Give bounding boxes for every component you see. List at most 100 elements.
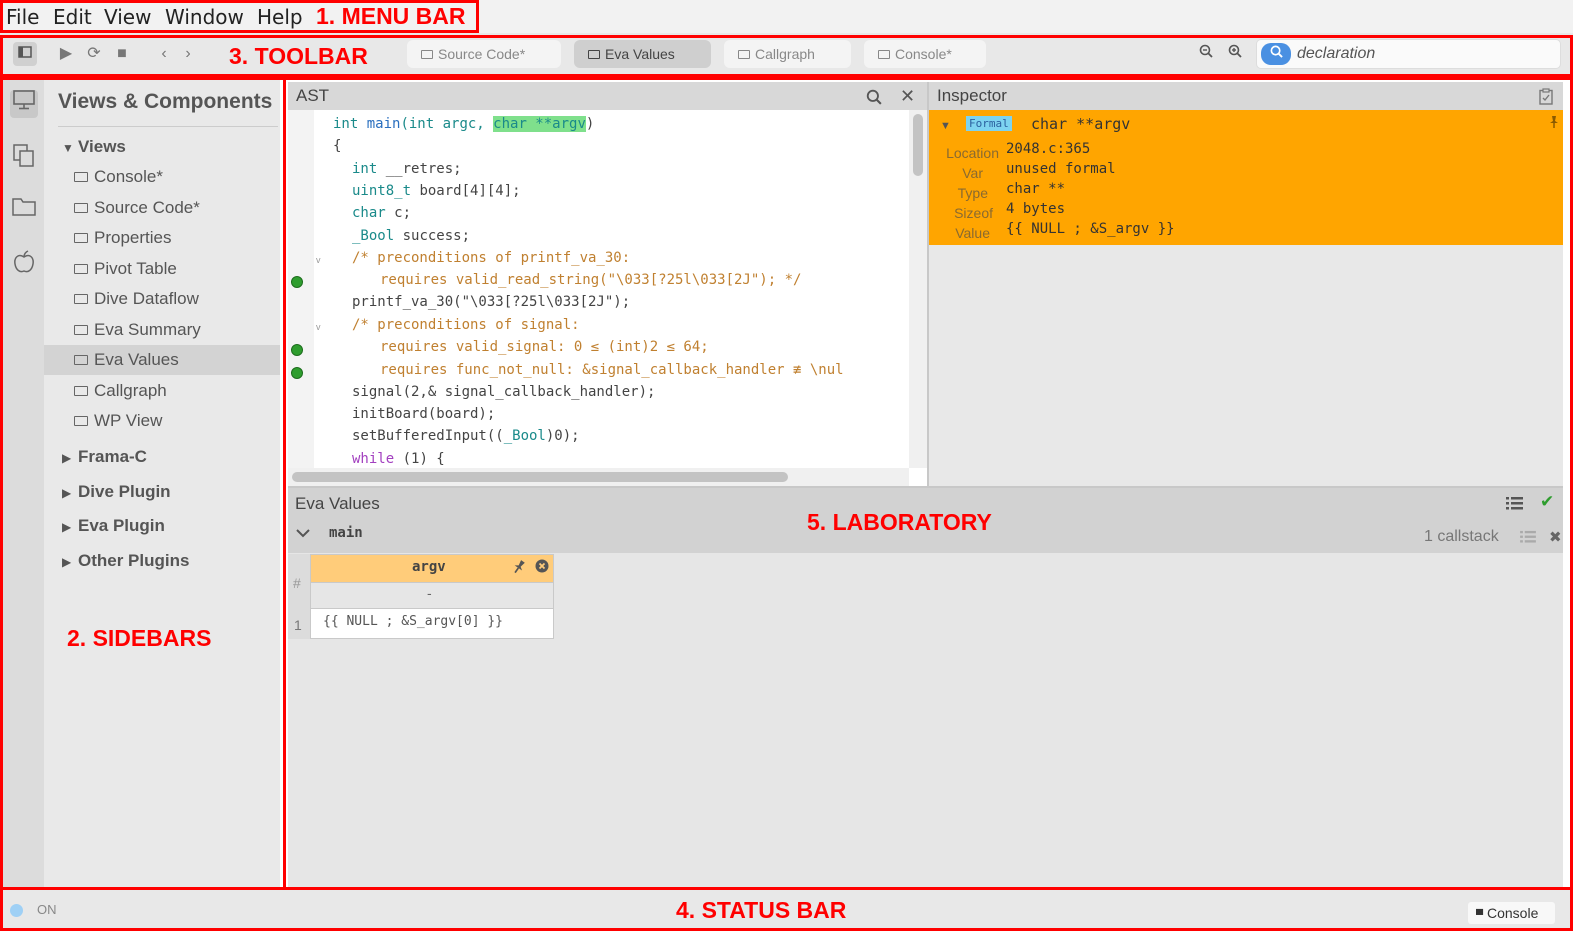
scrollbar-thumb[interactable] (913, 114, 923, 176)
triangle-right-icon: ▶ (62, 451, 72, 465)
console-button[interactable]: ▀ Console (1468, 902, 1555, 924)
divider (58, 126, 278, 127)
code-line: initBoard(board); (352, 406, 496, 422)
function-name[interactable]: main (329, 525, 363, 541)
menu-bar: File Edit View Window Help (0, 0, 1573, 33)
code-comment: requires valid_signal: 0 ≤ (int)2 ≤ 64; (380, 339, 709, 355)
sidebar-item-dive-dataflow[interactable]: Dive Dataflow (44, 284, 280, 314)
sidebar-item-eva-summary[interactable]: Eva Summary (44, 315, 280, 345)
horizontal-scrollbar[interactable] (288, 468, 909, 486)
pin-icon[interactable] (512, 559, 526, 579)
tab-eva-values[interactable]: Eva Values (574, 40, 711, 68)
group-frama-c[interactable]: ▶ Frama-C (62, 447, 147, 467)
fold-icon[interactable]: v (316, 255, 321, 265)
highlighted-declaration[interactable]: char **argv (493, 116, 586, 132)
inspector-header: Inspector (929, 82, 1563, 110)
menu-edit[interactable]: Edit (53, 5, 92, 29)
search-icon[interactable] (1261, 43, 1291, 65)
sidebar: Views & Components ▼ Views Console* Sourc… (44, 80, 280, 887)
sidebar-item-callgraph[interactable]: Callgraph (44, 376, 280, 406)
panel-splitter[interactable] (927, 82, 929, 486)
status-text: ON (37, 902, 57, 917)
triangle-down-icon: ▼ (62, 141, 74, 155)
stop-icon[interactable]: ■ (110, 42, 134, 66)
vertical-scrollbar[interactable] (909, 110, 927, 468)
monitor-icon (74, 355, 88, 365)
search-input[interactable] (1297, 43, 1552, 65)
column-label: argv (412, 559, 446, 575)
triangle-right-icon: ▶ (62, 555, 72, 569)
label-var: Var (962, 165, 983, 181)
folder-icon[interactable] (10, 196, 38, 224)
group-other-plugins[interactable]: ▶ Other Plugins (62, 551, 189, 571)
monitor-icon (74, 386, 88, 396)
column-subheader: - (310, 583, 554, 609)
status-dot-icon[interactable] (291, 344, 303, 356)
sidebar-item-properties[interactable]: Properties (44, 223, 280, 253)
code-comment: /* preconditions of printf_va_30: (352, 250, 631, 266)
sidebar-item-wp-view[interactable]: WP View (44, 406, 280, 436)
search-icon[interactable] (866, 82, 882, 110)
tab-source-code[interactable]: Source Code* (407, 40, 561, 68)
argv-column-header[interactable]: argv (310, 554, 554, 583)
group-views[interactable]: ▼ Views (62, 137, 126, 157)
close-icon[interactable]: ✕ (900, 82, 915, 110)
triangle-down-icon[interactable]: ▼ (940, 120, 951, 132)
fold-icon[interactable]: v (316, 322, 321, 332)
inspector-empty-area (929, 245, 1563, 486)
forward-icon[interactable]: › (176, 42, 200, 66)
list-icon[interactable] (1520, 530, 1536, 547)
cell-value: {{ NULL ; &S_argv[0] }} (323, 614, 504, 629)
tab-console[interactable]: Console* (864, 40, 986, 68)
sidebar-item-source-code[interactable]: Source Code* (44, 193, 280, 223)
group-dive-plugin[interactable]: ▶ Dive Plugin (62, 482, 171, 502)
ast-title: AST (296, 86, 330, 105)
menu-file[interactable]: File (6, 5, 39, 29)
scrollbar-thumb[interactable] (292, 472, 788, 482)
status-indicator-icon (10, 904, 23, 917)
close-circle-icon[interactable] (535, 559, 549, 577)
status-dot-icon[interactable] (291, 276, 303, 288)
ast-header: AST ✕ (288, 82, 927, 110)
value-location[interactable]: 2048.c:365 (1006, 141, 1090, 157)
components-icon[interactable] (10, 144, 38, 172)
reload-icon[interactable]: ⟳ (82, 42, 106, 66)
code-line: while (1) { (352, 451, 445, 467)
menu-view[interactable]: View (104, 5, 151, 29)
annotation-laboratory: 5. LABORATORY (807, 509, 992, 535)
menu-window[interactable]: Window (165, 5, 244, 29)
zoom-in-icon[interactable] (1223, 42, 1247, 66)
annotation-status-bar: 4. STATUS BAR (676, 897, 847, 923)
table-cell[interactable]: {{ NULL ; &S_argv[0] }} (310, 609, 554, 639)
pin-icon[interactable] (1548, 115, 1560, 132)
code-line: printf_va_30("\033[?25l\033[2J"); (352, 294, 631, 310)
sidebar-toggle-icon[interactable] (13, 42, 37, 66)
menu-help[interactable]: Help (257, 5, 303, 29)
value-value: {{ NULL ; &S_argv }} (1006, 221, 1175, 237)
list-icon[interactable] (1506, 496, 1523, 514)
group-eva-plugin[interactable]: ▶ Eva Plugin (62, 516, 165, 536)
monitor-icon[interactable] (10, 90, 38, 118)
monitor-icon (421, 50, 433, 59)
close-icon[interactable]: ✖ (1549, 528, 1562, 546)
chevron-down-icon[interactable] (295, 526, 311, 543)
tab-callgraph[interactable]: Callgraph (724, 40, 851, 68)
check-icon[interactable]: ✔ (1540, 492, 1554, 512)
sidebar-item-pivot-table[interactable]: Pivot Table (44, 254, 280, 284)
zoom-out-icon[interactable] (1194, 42, 1218, 66)
declaration-name[interactable]: char **argv (1031, 115, 1130, 133)
apple-icon[interactable] (10, 250, 38, 278)
sidebar-item-console[interactable]: Console* (44, 162, 280, 192)
status-dot-icon[interactable] (291, 367, 303, 379)
label-type: Type (957, 185, 988, 201)
back-icon[interactable]: ‹ (152, 42, 176, 66)
code-line: char c; (352, 205, 412, 221)
code-line: _Bool success; (352, 228, 471, 244)
callstack-count[interactable]: 1 callstack (1424, 528, 1499, 546)
search-box (1256, 39, 1561, 69)
monitor-icon (74, 294, 88, 304)
sidebar-item-eva-values[interactable]: Eva Values (44, 345, 280, 375)
eva-values-title: Eva Values (295, 494, 380, 513)
triangle-right-icon: ▶ (62, 486, 72, 500)
play-icon[interactable]: ▶ (54, 42, 78, 66)
